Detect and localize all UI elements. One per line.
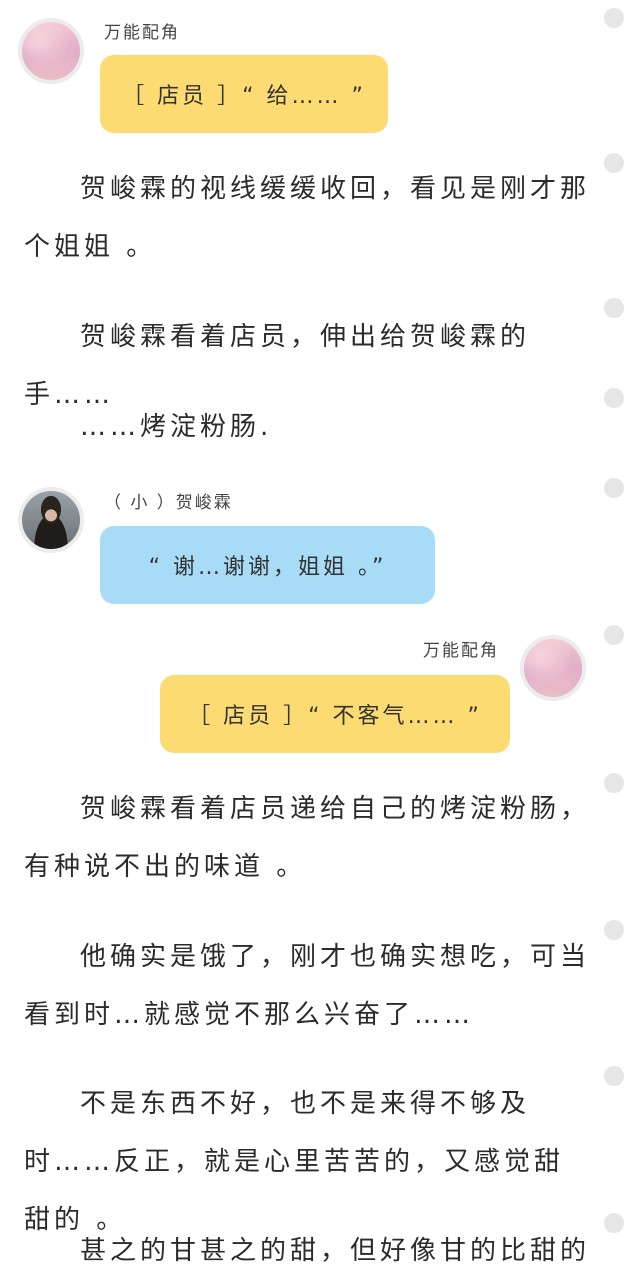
dot-marker	[604, 1066, 624, 1086]
dot-marker	[604, 1213, 624, 1233]
story-paragraph: 甚之的甘甚之的甜，但好像甘的比甜的	[80, 1236, 591, 1266]
sender-avatar[interactable]	[18, 18, 84, 84]
dot-marker	[604, 298, 624, 318]
story-paragraph: ……烤淀粉肠.	[80, 412, 273, 442]
sender-name: （ 小 ）贺峻霖	[104, 493, 233, 513]
dot-marker	[604, 478, 624, 498]
story-paragraph: 贺峻霖的视线缓缓收回，看见是刚才那个姐姐 。	[24, 174, 591, 262]
dot-marker	[604, 388, 624, 408]
sender-name: 万能配角	[423, 641, 499, 661]
sender-avatar[interactable]	[520, 635, 586, 701]
dot-marker	[604, 920, 624, 940]
sender-name: 万能配角	[104, 23, 180, 43]
sender-avatar[interactable]	[18, 487, 84, 553]
message-bubble[interactable]: ［ 店员 ］“ 给…… ”	[100, 55, 388, 133]
message-bubble[interactable]: ［ 店员 ］“ 不客气…… ”	[160, 675, 510, 753]
dot-marker	[604, 153, 624, 173]
message-bubble[interactable]: “ 谢…谢谢，姐姐 。”	[100, 526, 435, 604]
story-paragraph: 他确实是饿了，刚才也确实想吃，可当看到时…就感觉不那么兴奋了……	[24, 942, 591, 1030]
story-paragraph: 贺峻霖看着店员递给自己的烤淀粉肠，有种说不出的味道 。	[24, 794, 591, 882]
dot-marker	[604, 773, 624, 793]
dot-marker	[604, 8, 624, 28]
margin-dots	[602, 0, 624, 1247]
dot-marker	[604, 625, 624, 645]
